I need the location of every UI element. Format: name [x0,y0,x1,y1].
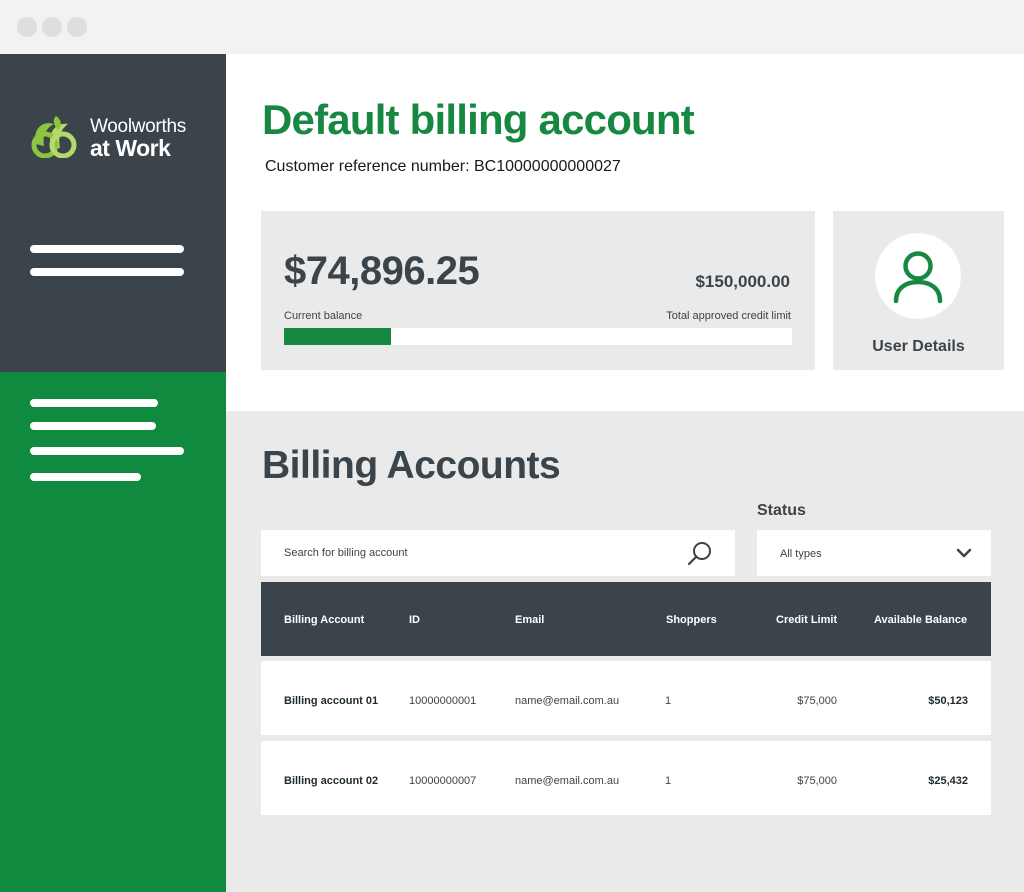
column-header-available-balance[interactable]: Available Balance [874,614,967,626]
current-balance-label: Current balance [284,310,363,322]
cell-id: 10000000007 [409,775,477,787]
column-header-credit-limit[interactable]: Credit Limit [776,614,837,626]
column-header-shoppers[interactable]: Shoppers [666,614,717,626]
chevron-down-icon [956,548,972,558]
table-row[interactable]: Billing account 02 10000000007 name@emai… [261,741,991,815]
balance-progress-fill [284,328,391,345]
cell-shoppers: 1 [665,775,672,787]
user-details-card[interactable]: User Details [833,211,1004,370]
current-balance-amount: $74,896.25 [284,249,480,293]
window-dot-close[interactable] [17,17,37,37]
section-title: Billing Accounts [262,444,561,487]
column-header-billing-account[interactable]: Billing Account [284,614,364,626]
user-details-label: User Details [872,338,965,355]
balance-card: $74,896.25 $150,000.00 Current balance T… [261,211,815,370]
brand-subname: at Work [90,135,171,161]
window-chrome [0,0,1024,54]
nav-item-placeholder-3[interactable] [30,399,158,407]
page-title: Default billing account [262,96,695,143]
status-select-value: All types [780,548,822,560]
window-dot-maximize[interactable] [67,17,87,37]
customer-reference: Customer reference number: BC10000000000… [265,158,621,175]
cell-shoppers: 1 [665,695,672,707]
nav-item-placeholder-5[interactable] [30,447,184,455]
table-header: Billing Account ID Email Shoppers Credit… [261,582,991,656]
cell-available-balance: $25,432 [928,775,968,787]
search-icon[interactable] [686,540,714,568]
nav-item-placeholder-1[interactable] [30,245,184,253]
avatar [875,233,961,319]
brand-logo[interactable]: Woolworths at Work [30,112,200,162]
cell-billing-account: Billing account 02 [284,775,379,787]
nav-item-placeholder-2[interactable] [30,268,184,276]
sidebar-header [0,54,226,372]
cell-email: name@email.com.au [515,695,620,707]
credit-limit-amount: $150,000.00 [695,272,790,291]
cell-available-balance: $50,123 [928,695,968,707]
cell-email: name@email.com.au [515,775,620,787]
cell-credit-limit: $75,000 [797,775,837,787]
status-filter-label: Status [757,502,806,519]
credit-limit-label: Total approved credit limit [666,310,791,322]
column-header-email[interactable]: Email [515,614,544,626]
woolworths-logo-icon [31,116,77,158]
table-row[interactable]: Billing account 01 10000000001 name@emai… [261,661,991,735]
column-header-id[interactable]: ID [409,614,420,626]
cell-billing-account: Billing account 01 [284,695,379,707]
cell-credit-limit: $75,000 [797,695,837,707]
status-select[interactable]: All types [757,530,991,576]
search-input[interactable] [261,530,735,576]
nav-item-placeholder-6[interactable] [30,473,141,481]
window-dot-minimize[interactable] [42,17,62,37]
cell-id: 10000000001 [409,695,477,707]
nav-item-placeholder-4[interactable] [30,422,156,430]
balance-progress-bar [284,328,792,345]
user-icon [893,251,943,304]
